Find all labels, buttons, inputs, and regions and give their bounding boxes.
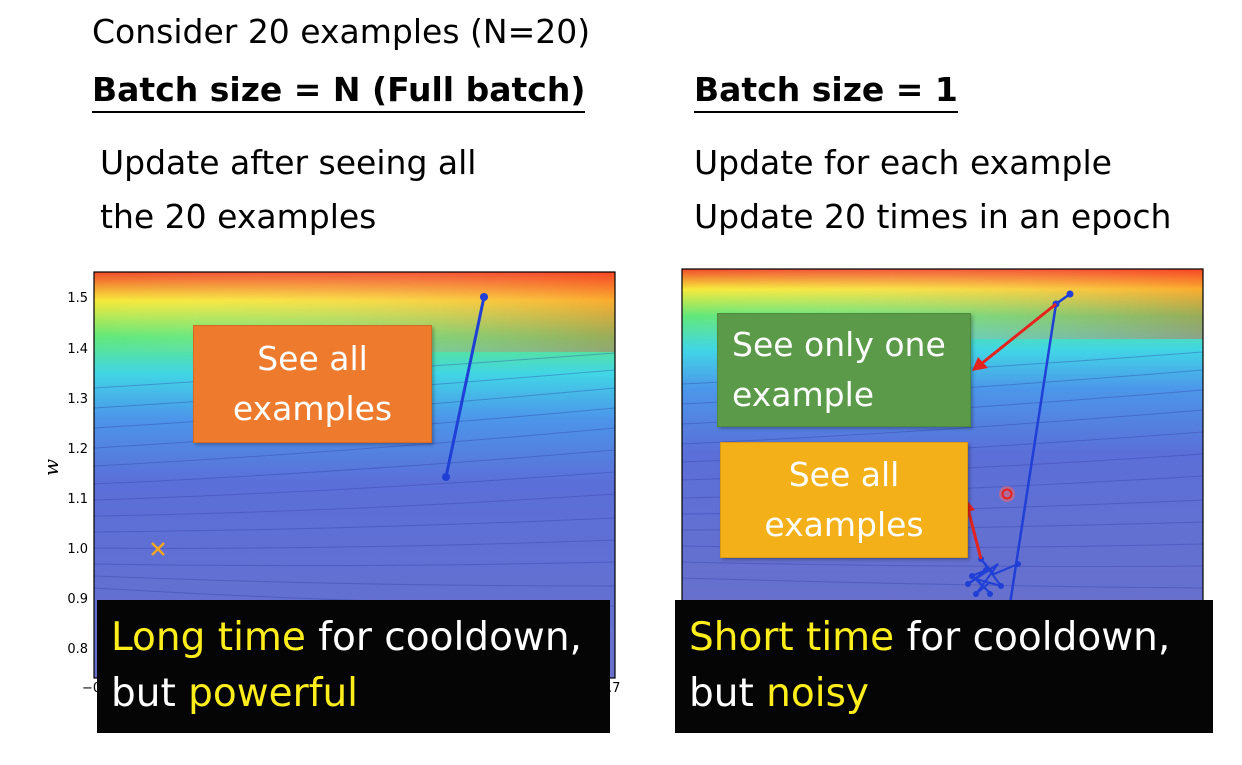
y-tick-label: 1.2 — [67, 442, 88, 457]
caption-highlight: powerful — [188, 671, 358, 716]
caption-batch-one: Short time for cooldown, but noisy — [675, 600, 1213, 733]
path-point — [480, 293, 488, 301]
y-tick-label: 0.8 — [67, 642, 88, 657]
caption-highlight: Short time — [689, 615, 895, 660]
box-line: example — [732, 375, 875, 414]
caption-highlight: noisy — [766, 671, 869, 716]
see-all-examples-box-right: See all examples — [720, 442, 968, 558]
heading-full-batch: Batch size = N (Full batch) — [92, 70, 586, 113]
caption-text: but — [689, 671, 767, 716]
description-line: Update 20 times in an epoch — [694, 197, 1172, 236]
box-line: examples — [764, 505, 924, 544]
see-one-example-box: See only one example — [717, 313, 971, 427]
description-line: Update for each example — [694, 143, 1112, 182]
caption-line: Long time for cooldown, — [111, 610, 598, 666]
y-tick-label: 1.3 — [67, 392, 88, 407]
box-line: See only one — [732, 325, 946, 364]
y-axis-ticks: 1.5 1.4 1.3 1.2 1.1 1.0 0.9 0.8 — [67, 291, 88, 657]
caption-line: Short time for cooldown, — [689, 610, 1201, 666]
caption-full-batch: Long time for cooldown, but powerful — [97, 600, 610, 733]
y-axis-label: w — [40, 459, 63, 476]
y-tick-label: 1.4 — [67, 342, 88, 357]
path-point — [965, 581, 971, 587]
caption-text: for cooldown, — [894, 615, 1171, 660]
description-full-batch: Update after seeing all the 20 examples — [100, 136, 476, 244]
y-tick-label: 0.9 — [67, 592, 88, 607]
path-point — [969, 573, 975, 579]
path-point — [973, 591, 979, 597]
path-point — [442, 473, 450, 481]
heading-batch-one: Batch size = 1 — [694, 70, 958, 113]
caption-text: but — [111, 671, 189, 716]
caption-highlight: Long time — [111, 615, 306, 660]
y-tick-label: 1.5 — [67, 291, 88, 306]
caption-line: but noisy — [689, 666, 1201, 722]
target-marker-icon — [999, 486, 1015, 502]
y-tick-label: 1.1 — [67, 492, 88, 507]
path-point — [1015, 561, 1021, 567]
y-tick-label: 1.0 — [67, 542, 88, 557]
box-line: See all — [257, 339, 368, 378]
box-line: See all — [788, 455, 900, 494]
caption-text: for cooldown, — [305, 615, 582, 660]
path-point — [1066, 290, 1074, 298]
path-point — [987, 591, 993, 597]
path-point — [983, 567, 989, 573]
see-all-examples-box: See all examples — [193, 325, 432, 443]
box-line: examples — [232, 389, 393, 428]
description-line: Update after seeing all — [100, 143, 477, 182]
caption-line: but powerful — [111, 666, 598, 722]
path-point — [998, 583, 1004, 589]
description-batch-one: Update for each example Update 20 times … — [694, 136, 1171, 244]
description-line: the 20 examples — [100, 197, 377, 236]
intro-text: Consider 20 examples (N=20) — [92, 12, 591, 51]
